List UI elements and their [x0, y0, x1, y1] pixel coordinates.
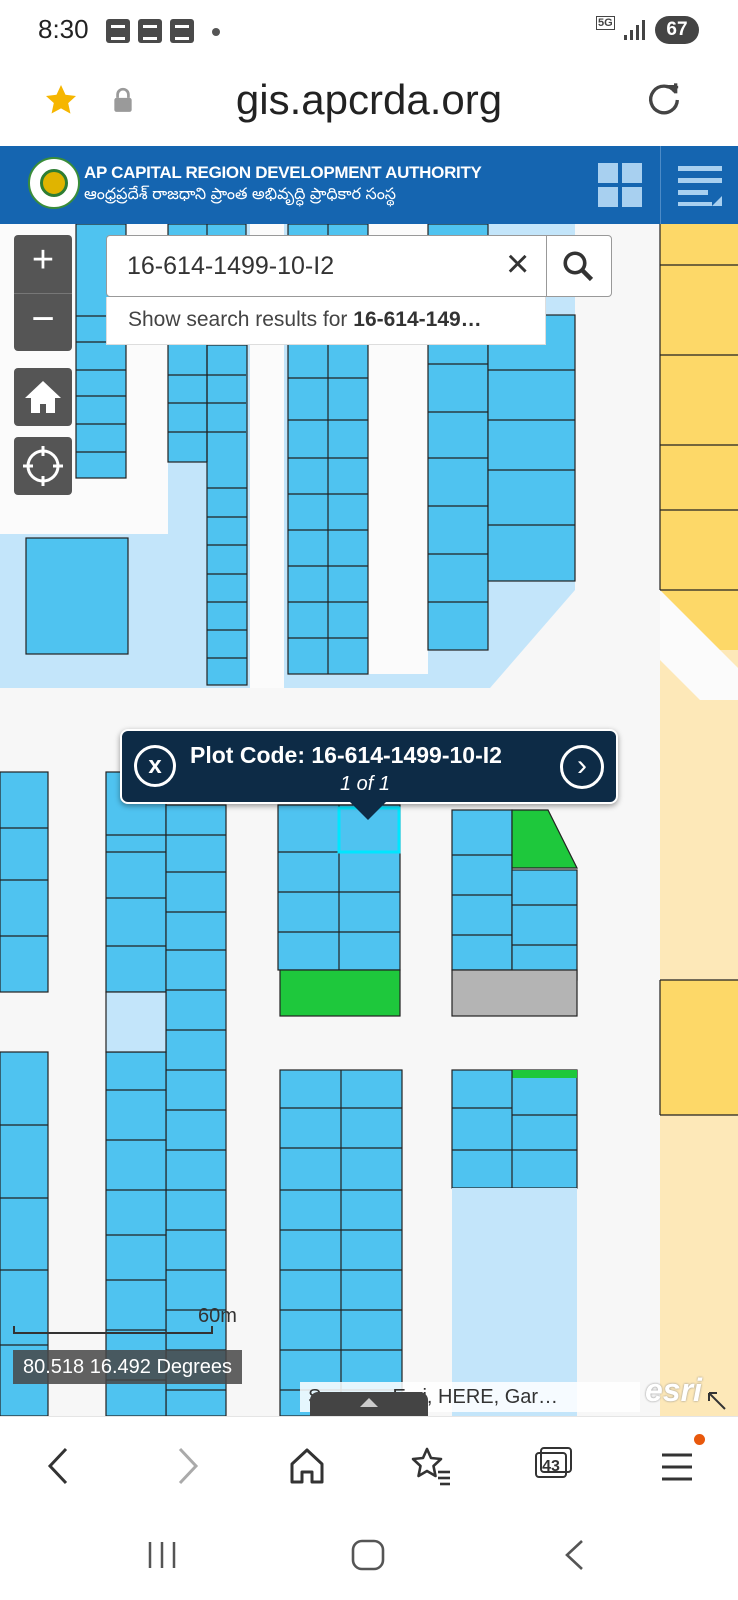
battery-level: 67 — [655, 16, 699, 44]
green-plot — [511, 809, 578, 869]
home-button[interactable] — [14, 368, 72, 426]
bookmarks-icon[interactable] — [410, 1446, 452, 1486]
parcel-layer[interactable] — [0, 224, 738, 1416]
org-subtitle: ఆంధ్రప్రదేశ్ రాజధాని ప్రాంత అభివృద్ధి ప్… — [84, 186, 397, 203]
search-suggestion-term: 16-614-149… — [353, 308, 482, 331]
crosshair-icon — [23, 446, 63, 486]
light-blue-plot — [105, 991, 167, 1053]
scale-label: 60m — [198, 1305, 237, 1327]
search-input[interactable] — [127, 248, 497, 284]
plot-strip — [451, 809, 513, 971]
browser-toolbar — [0, 1416, 738, 1517]
apps-grid-icon[interactable] — [596, 161, 644, 209]
search-icon[interactable] — [560, 248, 596, 284]
notification-icon — [106, 19, 130, 43]
zoom-in-button[interactable]: + — [14, 235, 72, 293]
plot-strip — [0, 771, 49, 993]
home-system-icon[interactable] — [350, 1538, 386, 1572]
home-icon — [25, 381, 61, 413]
plot-strip — [451, 1069, 578, 1189]
zone-yellow — [660, 224, 738, 650]
url-text[interactable]: gis.apcrda.org — [0, 76, 738, 124]
forward-arrow-icon[interactable] — [172, 1446, 202, 1486]
signal-icon — [624, 20, 645, 40]
tab-count-button[interactable]: 43 — [535, 1452, 567, 1478]
resize-arrow-icon — [708, 1392, 726, 1410]
search-suggestion-text[interactable]: Show search results for 16-614-149… — [128, 308, 482, 332]
menu-icon[interactable] — [660, 1452, 694, 1482]
status-time: 8:30 — [38, 14, 89, 44]
home-page-icon[interactable] — [288, 1446, 326, 1486]
green-plot — [279, 969, 401, 1017]
plot — [25, 537, 129, 655]
org-title: AP CAPITAL REGION DEVELOPMENT AUTHORITY — [84, 163, 482, 182]
popup-next-icon[interactable]: › — [560, 745, 604, 789]
attribution-expand-tab[interactable] — [310, 1392, 428, 1416]
esri-logo: esri — [645, 1372, 702, 1408]
popup-result-count: 1 of 1 — [339, 773, 391, 795]
notification-icon — [170, 19, 194, 43]
search-clear-icon[interactable]: × — [506, 244, 529, 284]
green-plot — [512, 1070, 577, 1078]
notification-icon — [138, 19, 162, 43]
map-canvas[interactable] — [0, 224, 738, 1416]
back-arrow-icon[interactable] — [44, 1446, 74, 1486]
locate-button[interactable] — [14, 437, 72, 495]
popup-pointer — [350, 802, 386, 820]
popup-close-icon[interactable]: x — [134, 745, 176, 787]
network-type-label: 5G — [596, 16, 615, 30]
zone-yellow — [660, 980, 738, 1115]
plot-strip — [511, 869, 578, 981]
gray-plot — [451, 969, 578, 1017]
plot-strip — [487, 314, 576, 582]
plot-strip — [105, 771, 167, 993]
plot-strip — [206, 344, 248, 686]
header-divider — [660, 146, 661, 224]
back-system-icon[interactable] — [562, 1538, 586, 1572]
popup-title: Plot Code: 16-614-1499-10-I2 — [190, 742, 502, 768]
scale-bar — [13, 1326, 213, 1334]
search-divider — [546, 235, 547, 297]
coordinate-readout: 80.518 16.492 Degrees — [13, 1350, 243, 1384]
recent-apps-icon[interactable] — [146, 1540, 178, 1570]
zoom-out-button[interactable]: − — [14, 293, 72, 351]
layers-menu-icon[interactable] — [676, 162, 724, 208]
emblem-center — [40, 169, 68, 197]
reload-icon[interactable] — [644, 80, 684, 120]
more-notifications-dot-icon — [212, 28, 220, 36]
menu-notification-dot — [694, 1434, 705, 1445]
zone-light-yellow — [660, 740, 738, 980]
